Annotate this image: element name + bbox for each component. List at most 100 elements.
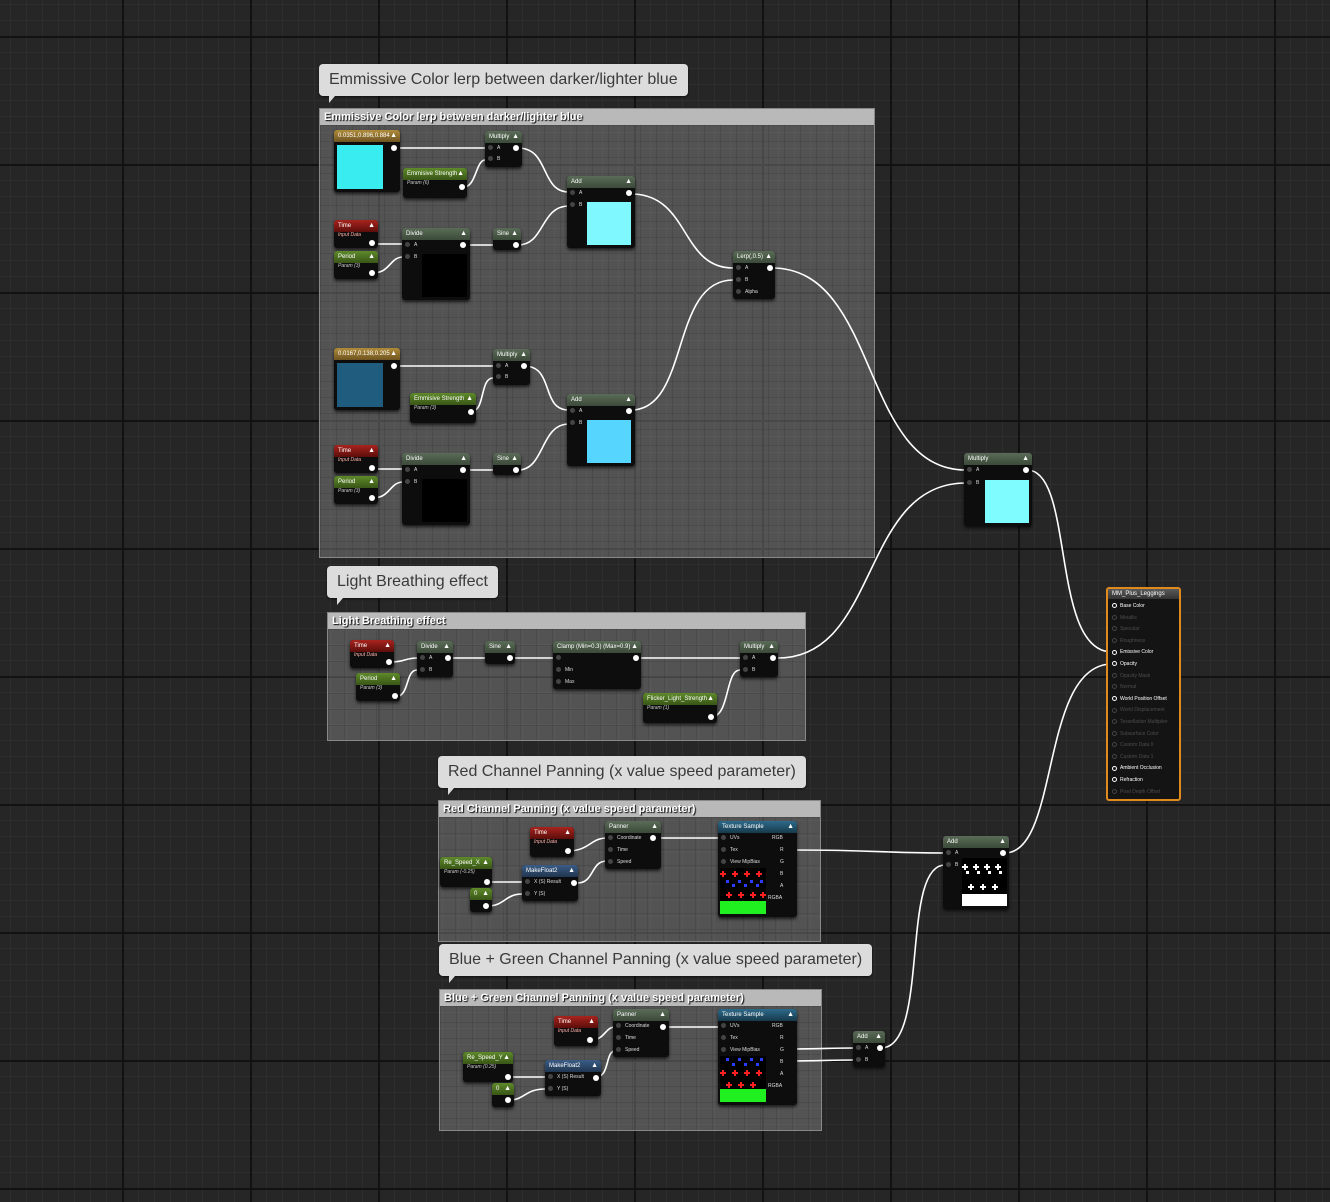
- material-pin[interactable]: Roughness: [1112, 638, 1145, 644]
- pin-rgba[interactable]: RGBA: [768, 1083, 782, 1089]
- pin-b[interactable]: B: [780, 871, 783, 877]
- sine-node[interactable]: Sine ▲: [485, 641, 515, 664]
- material-pin[interactable]: Custom Data 0: [1112, 742, 1153, 748]
- pin-r[interactable]: R: [780, 1035, 784, 1041]
- pin-b[interactable]: B: [967, 480, 979, 486]
- re-speed-x-param-node[interactable]: Re_Speed_X ▲ Param (-0.25): [440, 857, 492, 887]
- output-pin[interactable]: [571, 880, 577, 886]
- collapse-arrow-icon[interactable]: ▲: [368, 476, 375, 488]
- material-pin[interactable]: Tessellation Multiplier: [1112, 719, 1168, 725]
- collapse-arrow-icon[interactable]: ▲: [368, 220, 375, 232]
- pin-r[interactable]: R: [780, 847, 784, 853]
- pin-b[interactable]: B: [780, 1059, 783, 1065]
- divide-node[interactable]: Divide ▲ A B: [402, 228, 470, 300]
- period-param-node[interactable]: Period ▲ Param (3): [356, 673, 400, 701]
- output-pin[interactable]: [770, 655, 776, 661]
- collapse-arrow-icon[interactable]: ▲: [384, 640, 391, 652]
- period-param-node[interactable]: Period ▲ Param (3): [334, 251, 378, 279]
- pin-rgb[interactable]: RGB: [772, 1023, 783, 1029]
- collapse-arrow-icon[interactable]: ▲: [482, 857, 489, 869]
- output-pin[interactable]: [369, 465, 375, 471]
- output-pin[interactable]: [587, 1037, 593, 1043]
- constant-light-blue-node[interactable]: 0.0351,0.896,0.884 ▲: [334, 130, 400, 192]
- output-pin[interactable]: [565, 848, 571, 854]
- multiply-node[interactable]: Multiply ▲ A B: [493, 349, 530, 385]
- collapse-arrow-icon[interactable]: ▲: [504, 1083, 511, 1095]
- material-pin[interactable]: World Displacement: [1112, 707, 1165, 713]
- output-pin[interactable]: [513, 242, 519, 248]
- pin-alpha[interactable]: Alpha: [736, 289, 758, 295]
- makefloat2-node[interactable]: MakeFloat2 ▲ X (S) Result Y (S): [545, 1060, 601, 1096]
- collapse-arrow-icon[interactable]: ▲: [568, 865, 575, 877]
- pin-b[interactable]: B: [570, 420, 582, 426]
- collapse-arrow-icon[interactable]: ▲: [659, 1009, 666, 1021]
- pin-a[interactable]: A: [405, 242, 417, 248]
- output-pin[interactable]: [877, 1045, 883, 1051]
- collapse-arrow-icon[interactable]: ▲: [625, 394, 632, 406]
- collapse-arrow-icon[interactable]: ▲: [457, 168, 464, 180]
- pin-min[interactable]: Min: [556, 667, 573, 673]
- output-pin[interactable]: [505, 1097, 511, 1103]
- pin-tex[interactable]: Tex: [721, 847, 738, 853]
- panner-node[interactable]: Panner ▲ Coordinate Time Speed: [613, 1009, 669, 1057]
- add-node[interactable]: Add ▲ A B: [567, 394, 635, 466]
- sine-node[interactable]: Sine ▲: [493, 228, 521, 250]
- material-pin[interactable]: Custom Data 1: [1112, 754, 1153, 760]
- material-pin[interactable]: Pixel Depth Offset: [1112, 789, 1160, 795]
- collapse-arrow-icon[interactable]: ▲: [503, 1052, 510, 1064]
- pin-a[interactable]: A: [570, 190, 582, 196]
- add-node[interactable]: Add ▲ A B: [567, 176, 635, 248]
- texture-sample-node[interactable]: Texture Sample ▲ UVs Tex View MipBias RGB…: [718, 1009, 797, 1105]
- pin-coordinate[interactable]: Coordinate: [616, 1023, 649, 1029]
- material-pin[interactable]: Refraction: [1112, 777, 1143, 783]
- output-pin[interactable]: [468, 409, 474, 415]
- output-pin[interactable]: [459, 184, 465, 190]
- collapse-arrow-icon[interactable]: ▲: [466, 393, 473, 405]
- pin-time[interactable]: Time: [608, 847, 628, 853]
- collapse-arrow-icon[interactable]: ▲: [1022, 453, 1029, 465]
- output-pin[interactable]: [386, 659, 392, 665]
- output-pin[interactable]: [767, 265, 773, 271]
- pin-b[interactable]: B: [405, 254, 417, 260]
- material-result-node[interactable]: MM_Plus_Leggings Base Color Metallic Specu…: [1106, 587, 1181, 801]
- add-node[interactable]: Add ▲ A B: [943, 836, 1009, 909]
- output-pin[interactable]: [650, 835, 656, 841]
- collapse-arrow-icon[interactable]: ▲: [999, 836, 1006, 848]
- output-pin[interactable]: [391, 363, 397, 369]
- output-pin[interactable]: [484, 879, 490, 885]
- output-pin[interactable]: [626, 190, 632, 196]
- multiply-node[interactable]: Multiply ▲ A B: [964, 453, 1032, 526]
- output-pin[interactable]: [513, 467, 519, 473]
- pin-a[interactable]: A: [856, 1045, 868, 1051]
- output-pin[interactable]: [391, 145, 397, 151]
- output-pin[interactable]: [1023, 467, 1029, 473]
- time-node[interactable]: Time ▲ Input Data: [554, 1016, 598, 1046]
- output-pin[interactable]: [593, 1075, 599, 1081]
- material-pin[interactable]: Specular: [1112, 626, 1140, 632]
- pin-x[interactable]: X (S) Result: [525, 879, 561, 885]
- pin-view-mipbias[interactable]: View MipBias: [721, 859, 760, 865]
- re-speed-y-param-node[interactable]: Re_Speed_Y ▲ Param (0.25): [463, 1052, 513, 1082]
- time-node[interactable]: Time ▲ Input Data: [350, 640, 394, 668]
- collapse-arrow-icon[interactable]: ▲: [368, 251, 375, 263]
- material-pin[interactable]: Metallic: [1112, 615, 1137, 621]
- output-pin[interactable]: [483, 903, 489, 909]
- output-pin[interactable]: [513, 145, 519, 151]
- pin-g[interactable]: G: [780, 1047, 784, 1053]
- output-pin[interactable]: [369, 270, 375, 276]
- constant-zero-node[interactable]: 0 ▲: [492, 1083, 514, 1107]
- pin-coordinate[interactable]: Coordinate: [608, 835, 641, 841]
- collapse-arrow-icon[interactable]: ▲: [875, 1031, 882, 1043]
- material-pin[interactable]: Opacity Mask: [1112, 673, 1150, 679]
- sine-node[interactable]: Sine ▲: [493, 453, 521, 475]
- pin-b[interactable]: B: [496, 374, 508, 380]
- pin-uvs[interactable]: UVs: [721, 835, 739, 841]
- collapse-arrow-icon[interactable]: ▲: [390, 673, 397, 685]
- output-pin[interactable]: [1000, 850, 1006, 856]
- pin-max[interactable]: Max: [556, 679, 574, 685]
- collapse-arrow-icon[interactable]: ▲: [460, 228, 467, 240]
- output-pin[interactable]: [460, 242, 466, 248]
- multiply-node[interactable]: Multiply ▲ A B: [740, 641, 778, 677]
- pin-a[interactable]: A: [570, 408, 582, 414]
- period-param-node[interactable]: Period ▲ Param (3): [334, 476, 378, 504]
